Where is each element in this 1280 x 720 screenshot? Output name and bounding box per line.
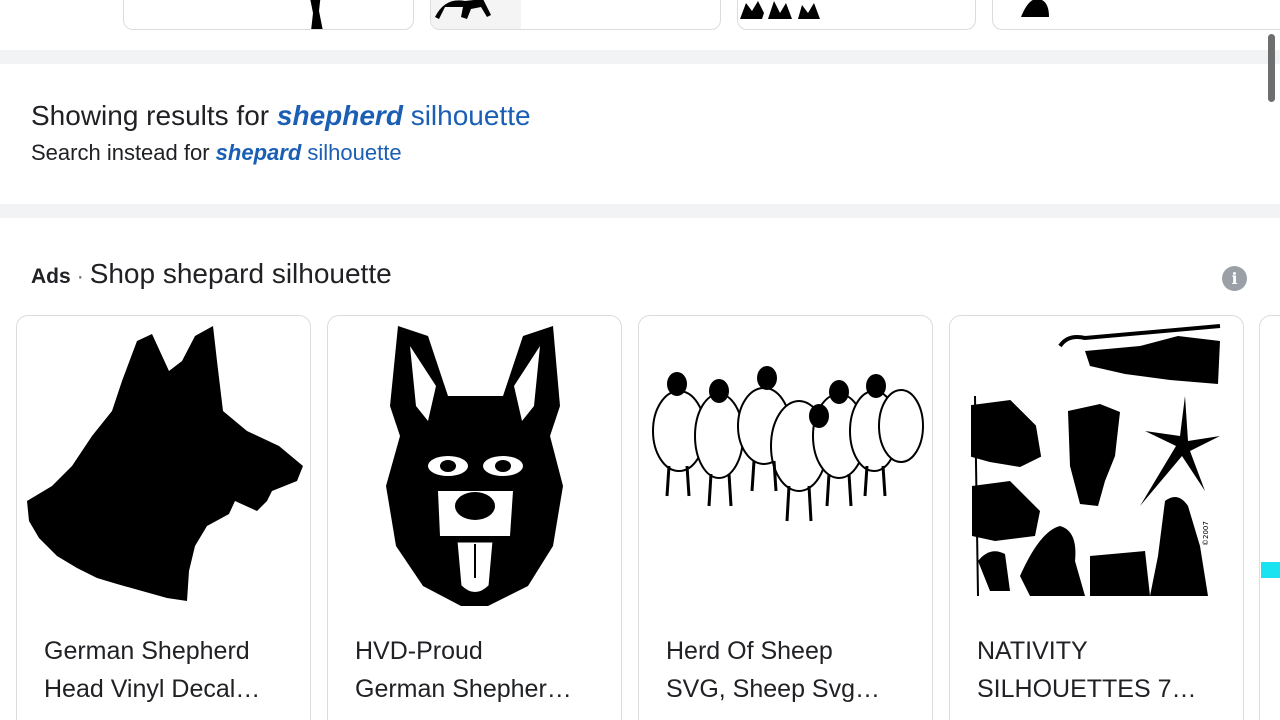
original-query-link[interactable]: shepard silhouette xyxy=(216,140,402,165)
ads-separator: · xyxy=(76,265,84,288)
chip-thumbnail xyxy=(740,1,820,19)
section-divider xyxy=(0,204,1280,218)
related-image-chip[interactable] xyxy=(430,0,721,30)
product-card[interactable]: German Shepherd Head Vinyl Decal… xyxy=(16,315,311,720)
corrected-rest: silhouette xyxy=(402,100,531,131)
product-title-line: Head Vinyl Decal… xyxy=(44,675,261,703)
product-card[interactable]: HVD-Proud German Shepher… xyxy=(327,315,622,720)
spelling-correction: Showing results for shepherd silhouette … xyxy=(31,96,531,170)
original-term: shepard xyxy=(215,140,302,165)
original-rest: silhouette xyxy=(301,140,402,165)
nativity-silhouettes-image: ©2007 xyxy=(971,324,1221,597)
chip-thumbnail xyxy=(431,0,521,29)
related-image-chip[interactable] xyxy=(992,0,1280,30)
product-title: German Shepherd Head Vinyl Decal… xyxy=(44,632,294,708)
product-title-line: German Shepher… xyxy=(355,675,572,703)
product-title: HVD-Proud German Shepher… xyxy=(355,632,605,708)
scrollbar-thumb[interactable] xyxy=(1268,34,1275,102)
section-divider xyxy=(0,50,1280,64)
product-title-line: SVG, Sheep Svg… xyxy=(666,675,881,703)
product-title-line: NATIVITY xyxy=(977,637,1088,665)
product-title-line: HVD-Proud xyxy=(355,637,483,665)
search-instead-line: Search instead for shepard silhouette xyxy=(31,136,531,170)
corrected-query-link[interactable]: shepherd silhouette xyxy=(277,100,531,131)
ads-header: Ads · Shop shepard silhouette xyxy=(31,258,392,290)
info-icon[interactable]: i xyxy=(1222,266,1247,291)
corrected-term: shepherd xyxy=(276,100,403,131)
showing-results-prefix: Showing results for xyxy=(31,100,277,131)
showing-results-line: Showing results for shepherd silhouette xyxy=(31,96,531,136)
chip-thumbnail xyxy=(1021,0,1049,17)
related-images-strip xyxy=(0,0,1280,48)
product-card[interactable]: Herd Of Sheep SVG, Sheep Svg… xyxy=(638,315,933,720)
sheep-herd-image xyxy=(652,366,924,522)
product-title: Herd Of Sheep SVG, Sheep Svg… xyxy=(666,632,916,708)
next-product-card-peek[interactable] xyxy=(1259,315,1280,720)
search-instead-prefix: Search instead for xyxy=(31,140,216,165)
related-image-chip[interactable] xyxy=(737,0,976,30)
svg-text:©2007: ©2007 xyxy=(1202,521,1210,546)
german-shepherd-head-image xyxy=(27,326,303,601)
product-title: NATIVITY SILHOUETTES 7… xyxy=(977,632,1227,708)
chip-thumbnail xyxy=(310,0,323,29)
product-title-line: German Shepherd xyxy=(44,637,250,665)
ads-title: Shop shepard silhouette xyxy=(89,258,392,289)
side-tab[interactable] xyxy=(1261,562,1280,578)
product-title-line: Herd Of Sheep xyxy=(666,637,833,665)
related-image-chip[interactable] xyxy=(123,0,414,30)
product-card[interactable]: ©2007 NATIVITY SILHOUETTES 7… xyxy=(949,315,1244,720)
ads-label: Ads xyxy=(31,265,71,288)
german-shepherd-face-image xyxy=(386,326,563,606)
product-title-line: SILHOUETTES 7… xyxy=(977,675,1197,703)
